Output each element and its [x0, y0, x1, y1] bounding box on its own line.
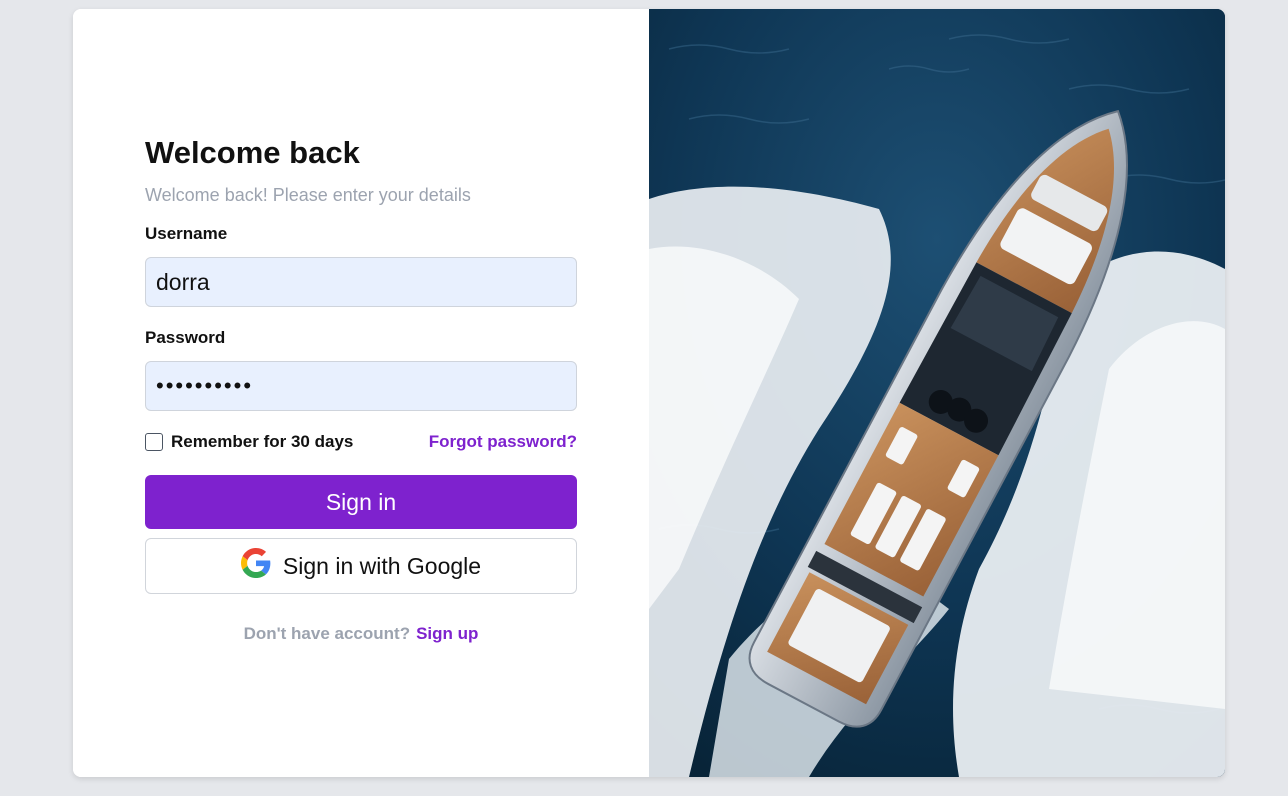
page-subtitle: Welcome back! Please enter your details [145, 185, 471, 205]
password-label: Password [145, 328, 226, 347]
login-form: Welcome back Welcome back! Please enter … [145, 133, 577, 646]
sign-in-button[interactable]: Sign in [145, 475, 577, 529]
login-panel: Welcome back Welcome back! Please enter … [73, 9, 649, 777]
remember-label: Remember for 30 days [171, 432, 354, 451]
sign-up-link[interactable]: Sign up [416, 624, 478, 643]
login-card: Welcome back Welcome back! Please enter … [73, 9, 1225, 777]
signup-row: Don't have account? Sign up [145, 622, 577, 646]
password-input[interactable] [145, 361, 577, 411]
username-label: Username [145, 224, 228, 243]
remember-option[interactable]: Remember for 30 days [145, 432, 353, 452]
remember-checkbox[interactable] [145, 433, 163, 451]
signup-prompt: Don't have account? [243, 624, 411, 643]
google-sign-in-label: Sign in with Google [282, 552, 482, 579]
google-icon [240, 548, 271, 578]
yacht-image [649, 9, 1225, 777]
page-title: Welcome back [145, 135, 360, 170]
forgot-password-link[interactable]: Forgot password? [429, 432, 577, 452]
google-sign-in-button[interactable]: Sign in with Google [145, 538, 577, 594]
username-input[interactable] [145, 257, 577, 307]
options-row: Remember for 30 days Forgot password? [145, 429, 577, 455]
